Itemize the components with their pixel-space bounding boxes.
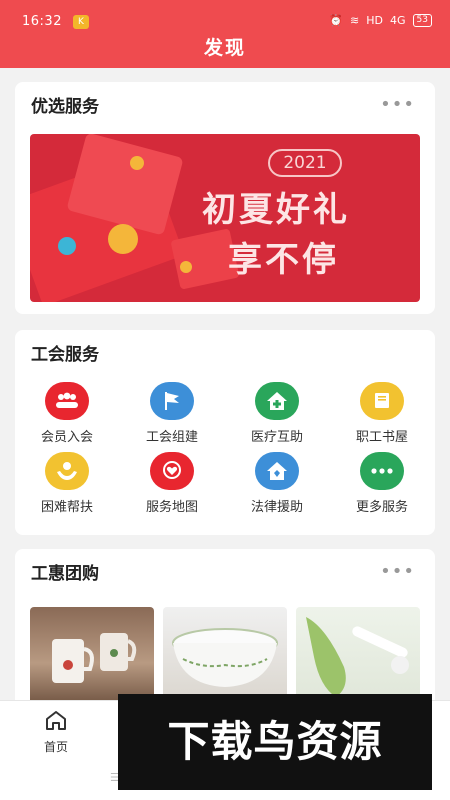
law-home-icon [255,452,299,490]
status-time: 16:32 [22,14,62,29]
service-label: 职工书屋 [355,430,408,445]
service-medical-aid[interactable]: 医疗互助 [227,382,327,445]
service-label: 会员入会 [40,430,93,445]
people-icon [45,382,89,420]
coin-graphic [108,224,138,254]
page-title: 发现 [203,37,246,59]
banner-headline: 初夏好礼 [202,190,350,230]
helping-hands-icon [45,452,89,490]
service-label: 服务地图 [145,500,198,515]
featured-services-title: 优选服务 [31,97,99,117]
service-label: 法律援助 [250,500,303,515]
medical-home-icon [255,382,299,420]
wifi-icon: ≋ [350,14,360,27]
service-service-map[interactable]: 服务地图 [122,452,222,515]
service-label: 工会组建 [145,430,198,445]
more-icon [360,452,404,490]
union-services-card: 工会服务 会员入会 工会组建 医疗互助 职工书屋 困难帮扶 服务地图 法律援助 … [15,330,435,535]
alarm-icon: ⏰ [329,14,344,27]
service-member-join[interactable]: 会员入会 [17,382,117,445]
status-bar: 16:32 K ⏰ ≋ HD 4G 53 [0,0,450,29]
watermark-overlay: 下载鸟资源 [118,694,432,790]
battery-icon: 53 [412,14,432,27]
coin-graphic [180,261,192,273]
promo-banner[interactable]: 2021 初夏好礼 享不停 [30,134,420,302]
hd-icon: HD [366,14,384,27]
service-union-build[interactable]: 工会组建 [122,382,222,445]
notification-icon: K [73,15,89,29]
banner-subheadline: 享不停 [228,240,339,280]
service-label: 医疗互助 [250,430,303,445]
status-icons: ⏰ ≋ HD 4G 53 [329,14,432,27]
service-label: 困难帮扶 [40,500,93,515]
coin-graphic [130,156,144,170]
service-legal-aid[interactable]: 法律援助 [227,452,327,515]
union-services-title: 工会服务 [31,345,99,365]
group-buy-title: 工惠团购 [31,564,99,584]
service-worker-library[interactable]: 职工书屋 [332,382,432,445]
nav-home-label: 首页 [43,740,68,754]
group-buy-more-icon[interactable]: ••• [380,561,415,582]
home-icon [46,711,66,730]
flag-icon [150,382,194,420]
map-heart-icon [150,452,194,490]
featured-services-card: 优选服务 ••• 2021 初夏好礼 享不停 [15,82,435,314]
banner-year: 2021 [268,149,342,177]
app-header: 16:32 K ⏰ ≋ HD 4G 53 发现 [0,0,450,68]
featured-more-icon[interactable]: ••• [380,94,415,115]
group-buy-card: 工惠团购 ••• [15,549,435,709]
nav-home[interactable]: 首页 [36,709,76,755]
service-label: 更多服务 [355,500,408,515]
service-more[interactable]: 更多服务 [332,452,432,515]
service-hardship-aid[interactable]: 困难帮扶 [17,452,117,515]
network-label: 4G [390,14,406,27]
book-icon [360,382,404,420]
ball-graphic [58,237,76,255]
